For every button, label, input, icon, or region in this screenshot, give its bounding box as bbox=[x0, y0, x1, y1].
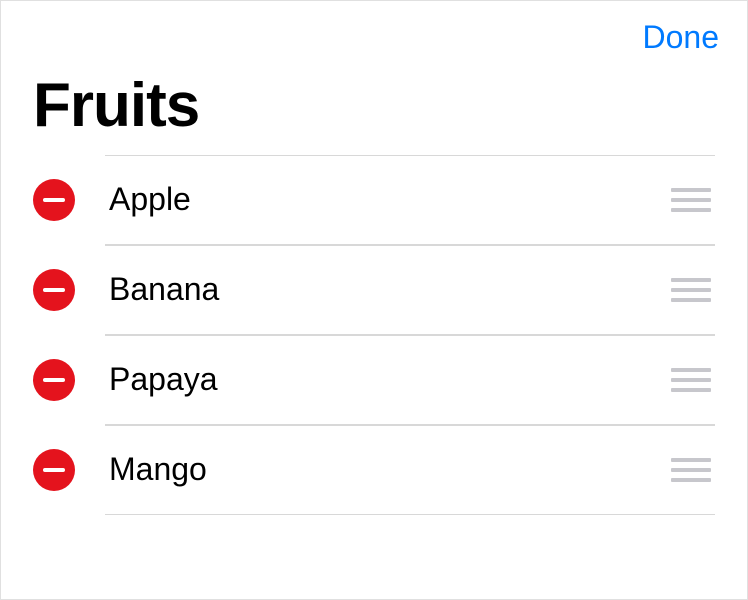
minus-circle-icon bbox=[33, 449, 75, 491]
delete-button[interactable] bbox=[33, 269, 75, 311]
delete-button[interactable] bbox=[33, 359, 75, 401]
reorder-handle-icon[interactable] bbox=[671, 368, 711, 392]
list-item-label: Banana bbox=[109, 271, 671, 308]
delete-button[interactable] bbox=[33, 449, 75, 491]
fruits-list: Apple Banana Papaya bbox=[1, 155, 747, 515]
list-item: Apple bbox=[33, 155, 715, 245]
reorder-handle-icon[interactable] bbox=[671, 278, 711, 302]
list-item-label: Papaya bbox=[109, 361, 671, 398]
list-item: Papaya bbox=[33, 335, 715, 425]
navigation-bar: Done bbox=[1, 1, 747, 64]
minus-circle-icon bbox=[33, 359, 75, 401]
minus-circle-icon bbox=[33, 179, 75, 221]
page-title: Fruits bbox=[1, 64, 747, 155]
delete-button[interactable] bbox=[33, 179, 75, 221]
list-item-label: Mango bbox=[109, 451, 671, 488]
reorder-handle-icon[interactable] bbox=[671, 188, 711, 212]
minus-circle-icon bbox=[33, 269, 75, 311]
list-item: Banana bbox=[33, 245, 715, 335]
done-button[interactable]: Done bbox=[643, 19, 720, 56]
list-item: Mango bbox=[33, 425, 715, 515]
list-item-label: Apple bbox=[109, 181, 671, 218]
reorder-handle-icon[interactable] bbox=[671, 458, 711, 482]
